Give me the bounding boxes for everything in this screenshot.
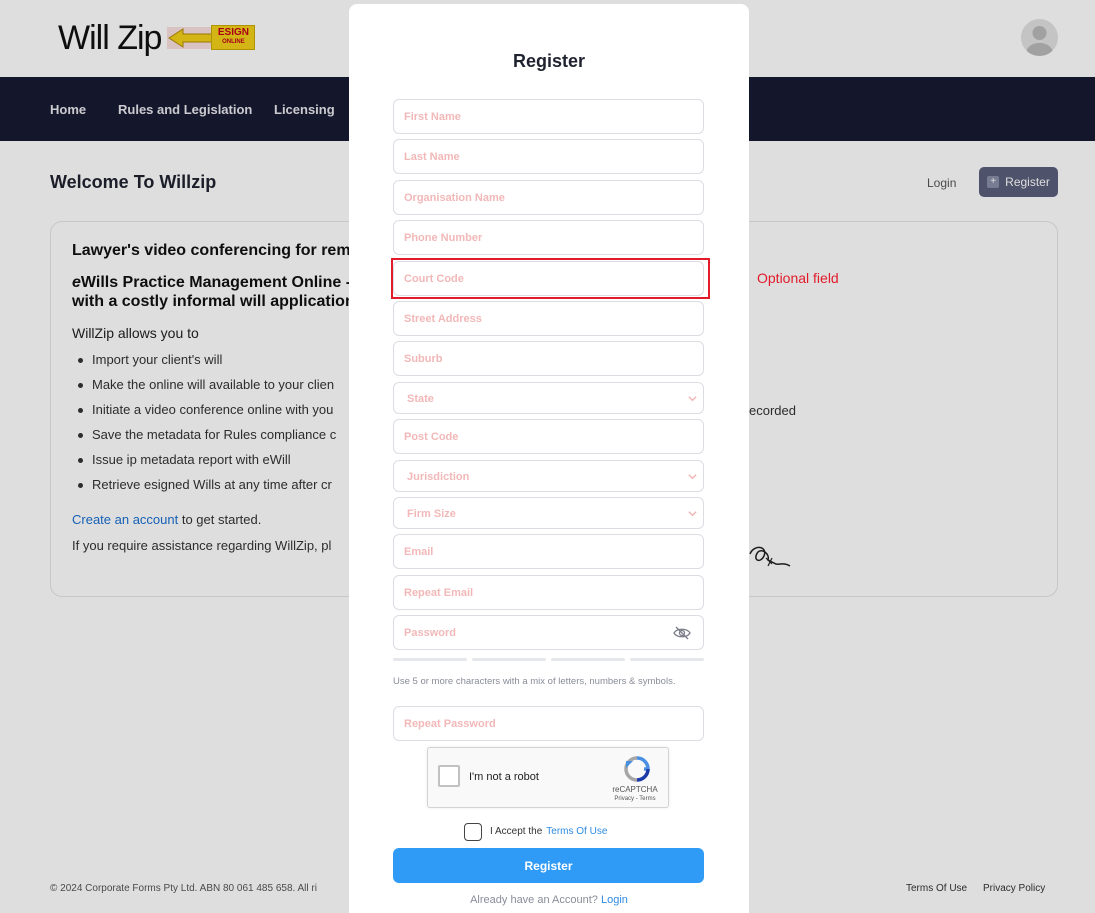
recaptcha-brand: reCAPTCHA [612, 785, 658, 794]
post-code-input[interactable] [394, 420, 703, 453]
chevron-down-icon [688, 474, 697, 480]
state-select-value: State [407, 393, 434, 405]
password-field[interactable] [393, 615, 704, 650]
street-field[interactable] [393, 301, 704, 336]
firm-size-select[interactable]: Firm Size [393, 497, 704, 529]
chevron-down-icon [688, 396, 697, 402]
repeat-password-input[interactable] [394, 707, 703, 740]
last-name-field[interactable] [393, 139, 704, 174]
jurisdiction-select-value: Jurisdiction [407, 471, 470, 483]
accept-terms-label: I Accept the Terms Of Use [490, 826, 608, 837]
repeat-email-input[interactable] [394, 576, 703, 609]
modal-title: Register [512, 51, 586, 71]
register-modal: Register State Jurisdiction Firm Size [349, 4, 749, 913]
password-strength-segment [630, 658, 704, 661]
street-input[interactable] [394, 302, 703, 335]
optional-field-highlight [391, 258, 710, 299]
recaptcha-checkbox[interactable] [438, 765, 460, 787]
password-hint: Use 5 or more characters with a mix of l… [393, 676, 676, 687]
organisation-field[interactable] [393, 180, 704, 215]
jurisdiction-select[interactable]: Jurisdiction [393, 460, 704, 492]
optional-field-annotation: Optional field [757, 270, 839, 286]
password-input[interactable] [394, 616, 703, 649]
password-strength-segment [393, 658, 467, 661]
register-submit-button[interactable]: Register [393, 848, 704, 883]
recaptcha-logo-icon [624, 756, 650, 782]
first-name-field[interactable] [393, 99, 704, 134]
email-field[interactable] [393, 534, 704, 569]
organisation-input[interactable] [394, 181, 703, 214]
eye-slash-icon[interactable] [673, 626, 691, 640]
chevron-down-icon [688, 511, 697, 517]
recaptcha-widget: I'm not a robot reCAPTCHA Privacy - Term… [427, 747, 669, 808]
state-select[interactable]: State [393, 382, 704, 414]
first-name-input[interactable] [394, 100, 703, 133]
recaptcha-label: I'm not a robot [469, 771, 539, 783]
terms-of-use-link[interactable]: Terms Of Use [546, 826, 607, 837]
suburb-field[interactable] [393, 341, 704, 376]
password-strength-segment [472, 658, 546, 661]
recaptcha-links[interactable]: Privacy - Terms [602, 796, 668, 802]
modal-login-link[interactable]: Login [601, 894, 628, 906]
phone-field[interactable] [393, 220, 704, 255]
accept-terms-checkbox[interactable] [464, 823, 482, 841]
phone-input[interactable] [394, 221, 703, 254]
repeat-email-field[interactable] [393, 575, 704, 610]
email-input[interactable] [394, 535, 703, 568]
already-account-line: Already have an Account? Login [470, 894, 628, 906]
last-name-input[interactable] [394, 140, 703, 173]
firm-size-select-value: Firm Size [407, 508, 456, 520]
password-strength-segment [551, 658, 625, 661]
repeat-password-field[interactable] [393, 706, 704, 741]
suburb-input[interactable] [394, 342, 703, 375]
post-code-field[interactable] [393, 419, 704, 454]
